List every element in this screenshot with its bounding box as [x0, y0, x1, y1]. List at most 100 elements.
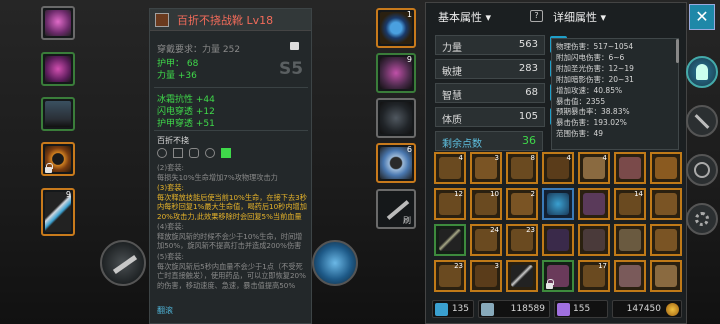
target-tab-button[interactable]	[686, 154, 718, 186]
inventory-item[interactable]: 2	[506, 188, 538, 220]
attr-value: 283	[518, 63, 538, 74]
armor-icon	[45, 56, 71, 82]
character-tab-button[interactable]	[686, 56, 718, 88]
inventory-item[interactable]	[650, 224, 682, 256]
bonus-stat-armor-pen: 护甲穿透 +51	[157, 119, 215, 129]
spear-icon	[439, 229, 461, 251]
inventory-item[interactable]: 4	[578, 152, 610, 184]
inventory-item[interactable]: 23	[506, 224, 538, 256]
inventory-item[interactable]: 12	[434, 188, 466, 220]
inventory-item[interactable]	[542, 188, 574, 220]
inventory-item[interactable]	[542, 260, 574, 292]
gloves-icon	[547, 229, 569, 251]
inventory-item[interactable]: 24	[470, 224, 502, 256]
inventory-item[interactable]: 10	[470, 188, 502, 220]
helmet-slot[interactable]	[41, 6, 75, 40]
inventory-item[interactable]	[578, 224, 610, 256]
armor-icon	[655, 265, 677, 287]
item-count: 12	[454, 190, 463, 198]
gold-coin-icon	[666, 303, 679, 316]
inventory-item[interactable]	[614, 260, 646, 292]
requirement: 穿戴要求：力量 252	[157, 42, 240, 55]
resource-gems: 135	[432, 300, 474, 318]
boots-icon	[583, 229, 605, 251]
inventory-item[interactable]	[650, 188, 682, 220]
set-piece-icon	[221, 148, 231, 158]
inventory-item[interactable]	[542, 224, 574, 256]
inventory-item[interactable]	[614, 224, 646, 256]
skill-name: 翻滚	[157, 306, 173, 315]
inventory-item[interactable]	[650, 260, 682, 292]
inventory-item[interactable]: 3	[470, 152, 502, 184]
helmet-icon	[619, 265, 641, 287]
lock-icon[interactable]	[290, 42, 299, 50]
tab-detail-attributes[interactable]: 详细属性 ▾	[553, 9, 606, 25]
ring-slot-left[interactable]	[41, 142, 75, 176]
item-count: 3	[494, 154, 499, 162]
pants-slot[interactable]	[41, 97, 75, 131]
lock-icon	[45, 163, 53, 173]
offhand-slot[interactable]: 刷	[376, 189, 416, 229]
weapons-tab-button[interactable]	[686, 105, 718, 137]
weapon-slot[interactable]: 9	[41, 188, 75, 236]
tooltip-header: 百折不挠战靴 Lv18	[150, 9, 311, 31]
inventory-item[interactable]	[506, 260, 538, 292]
crystal-icon	[557, 303, 570, 316]
gem-icon	[547, 193, 569, 215]
ring-slot-right[interactable]: 6	[376, 143, 416, 183]
item-count: 10	[490, 190, 499, 198]
offhand-label: 刷	[403, 216, 411, 225]
boots-slot[interactable]	[376, 98, 416, 138]
amulet-level: 1	[406, 10, 412, 19]
attr-row-constitution: 体质 105	[435, 107, 545, 127]
inventory-item[interactable]: 4	[434, 152, 466, 184]
armor-slot[interactable]	[41, 52, 75, 86]
detail-line: 附加圣光伤害：12~19	[556, 63, 634, 73]
character-panel: 基本属性 ▾ ? 详细属性 ▾ 力量563 + 敏捷283 + 智慧68 + 体…	[425, 2, 687, 324]
set-bonus-5: (5)套装: 每次旋风斩后5秒内血量不会少于1点（不受死亡时直接触发），使用药品…	[157, 252, 306, 290]
divider	[154, 130, 308, 131]
help-icon[interactable]: ?	[530, 10, 543, 22]
inventory-item[interactable]	[434, 224, 466, 256]
base-stat-strength: 力量 +36	[157, 71, 197, 81]
inventory-item[interactable]: 14	[614, 188, 646, 220]
inventory-item[interactable]: 17	[578, 260, 610, 292]
remaining-value: 36	[522, 134, 536, 147]
skill-sword-button[interactable]	[100, 240, 146, 286]
gloves-level: 9	[406, 55, 412, 64]
helmet-icon	[696, 64, 708, 80]
detail-attributes-list[interactable]: 物理伤害：517~1054 附加闪电伤害：6~6 附加圣光伤害：12~19 附加…	[551, 38, 679, 150]
inventory-item[interactable]	[614, 152, 646, 184]
armor-icon	[619, 229, 641, 251]
attr-value: 68	[525, 87, 538, 98]
tab-basic-attributes[interactable]: 基本属性 ▾	[438, 9, 491, 25]
gloves-slot[interactable]: 9	[376, 53, 416, 93]
set-pieces-row	[157, 148, 231, 158]
remaining-points: 剩余点数 36	[435, 131, 543, 151]
set-bonus-4: (4)套装: 释放旋风斩的时候不会少于10%生命，时间增加50%，旋风斩不提高打…	[157, 222, 303, 250]
set-bonus-2: (2)套装: 每损失10%生命增加7%攻物理攻击力	[157, 163, 278, 182]
item-count: 23	[454, 262, 463, 270]
close-button[interactable]: ✕	[689, 4, 715, 30]
chest-icon	[655, 157, 677, 179]
resource-crystals: 155	[554, 300, 608, 318]
inventory-item[interactable]: 8	[506, 152, 538, 184]
sword-icon	[511, 265, 533, 287]
settings-tab-button[interactable]	[686, 203, 718, 235]
attr-value: 105	[518, 111, 538, 122]
detail-line: 暴击值：2355	[556, 96, 606, 106]
item-count: 14	[634, 190, 643, 198]
helmet-icon	[45, 10, 71, 36]
fragment-icon	[481, 303, 494, 316]
item-count: 24	[490, 226, 499, 234]
inventory-item[interactable]	[578, 188, 610, 220]
inventory-item[interactable]: 23	[434, 260, 466, 292]
skill-whirlwind-button[interactable]	[312, 240, 358, 286]
helmet-icon	[619, 157, 641, 179]
inventory-item[interactable]: 3	[470, 260, 502, 292]
amulet-slot[interactable]: 1	[376, 8, 416, 48]
inventory-item[interactable]: 4	[542, 152, 574, 184]
inventory-item[interactable]	[650, 152, 682, 184]
attr-row-wisdom: 智慧 68	[435, 83, 545, 103]
scrollbar[interactable]	[676, 39, 679, 63]
